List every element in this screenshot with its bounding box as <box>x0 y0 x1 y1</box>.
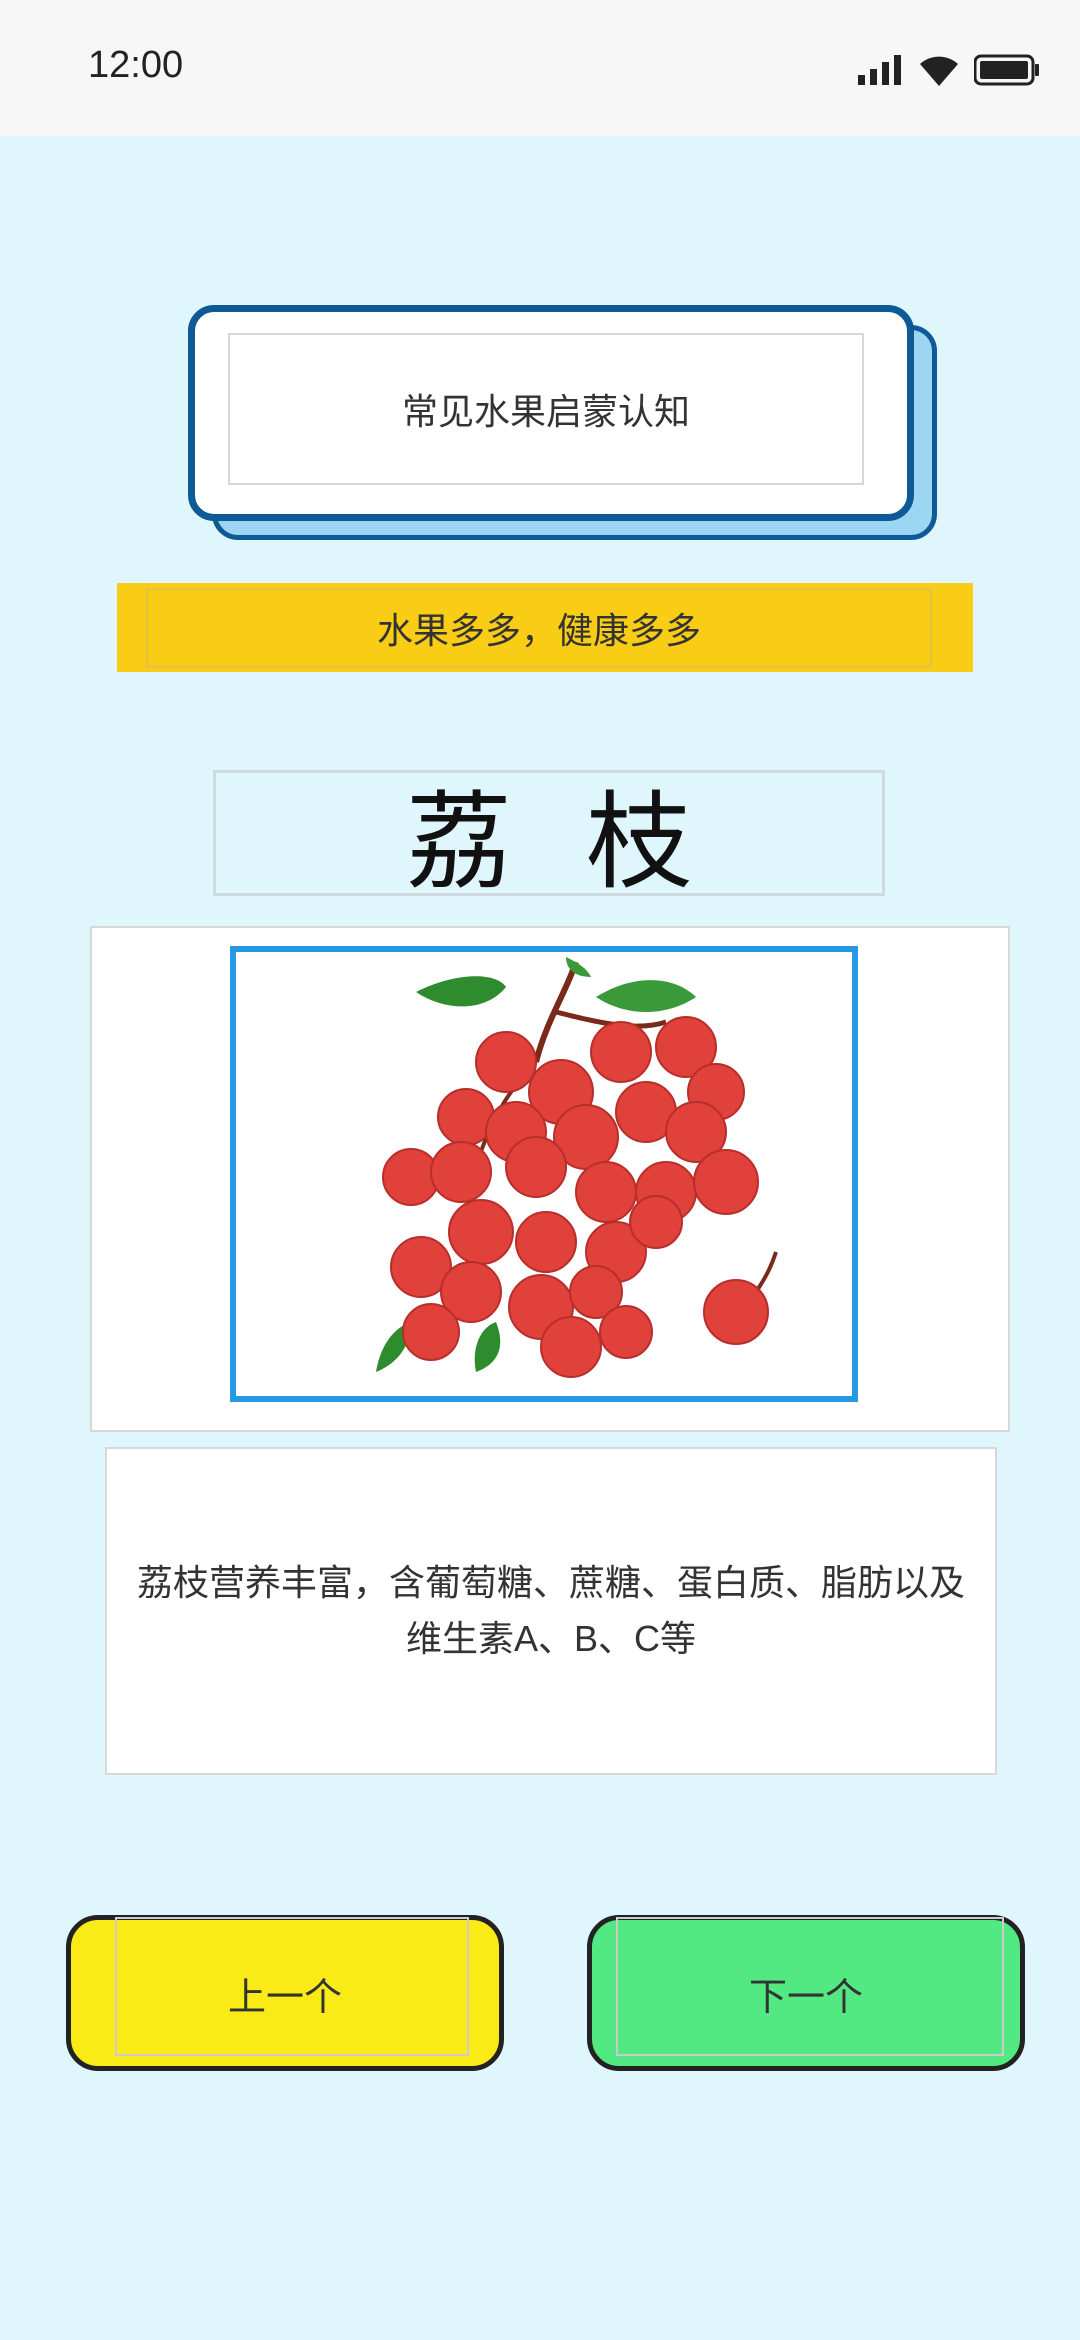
next-button[interactable]: 下一个 <box>587 1915 1025 2071</box>
page-title: 常见水果启蒙认知 <box>228 333 864 485</box>
fruit-name: 荔枝 <box>213 770 885 904</box>
fruit-description: 荔枝营养丰富，含葡萄糖、蔗糖、蛋白质、脂肪以及维生素A、B、C等 <box>105 1447 997 1775</box>
wifi-icon <box>920 56 958 86</box>
prev-button[interactable]: 上一个 <box>66 1915 504 2071</box>
fruit-image <box>230 946 858 1402</box>
next-button-label: 下一个 <box>748 1976 863 2019</box>
signal-icon <box>858 55 901 85</box>
status-icons <box>858 52 1040 88</box>
slogan-text: 水果多多，健康多多 <box>146 588 932 668</box>
battery-icon <box>974 54 1039 86</box>
status-bar: 12:00 <box>0 0 1080 136</box>
prev-button-label: 上一个 <box>227 1976 342 2019</box>
status-time: 12:00 <box>88 44 184 86</box>
lychee-illustration <box>376 957 778 1378</box>
